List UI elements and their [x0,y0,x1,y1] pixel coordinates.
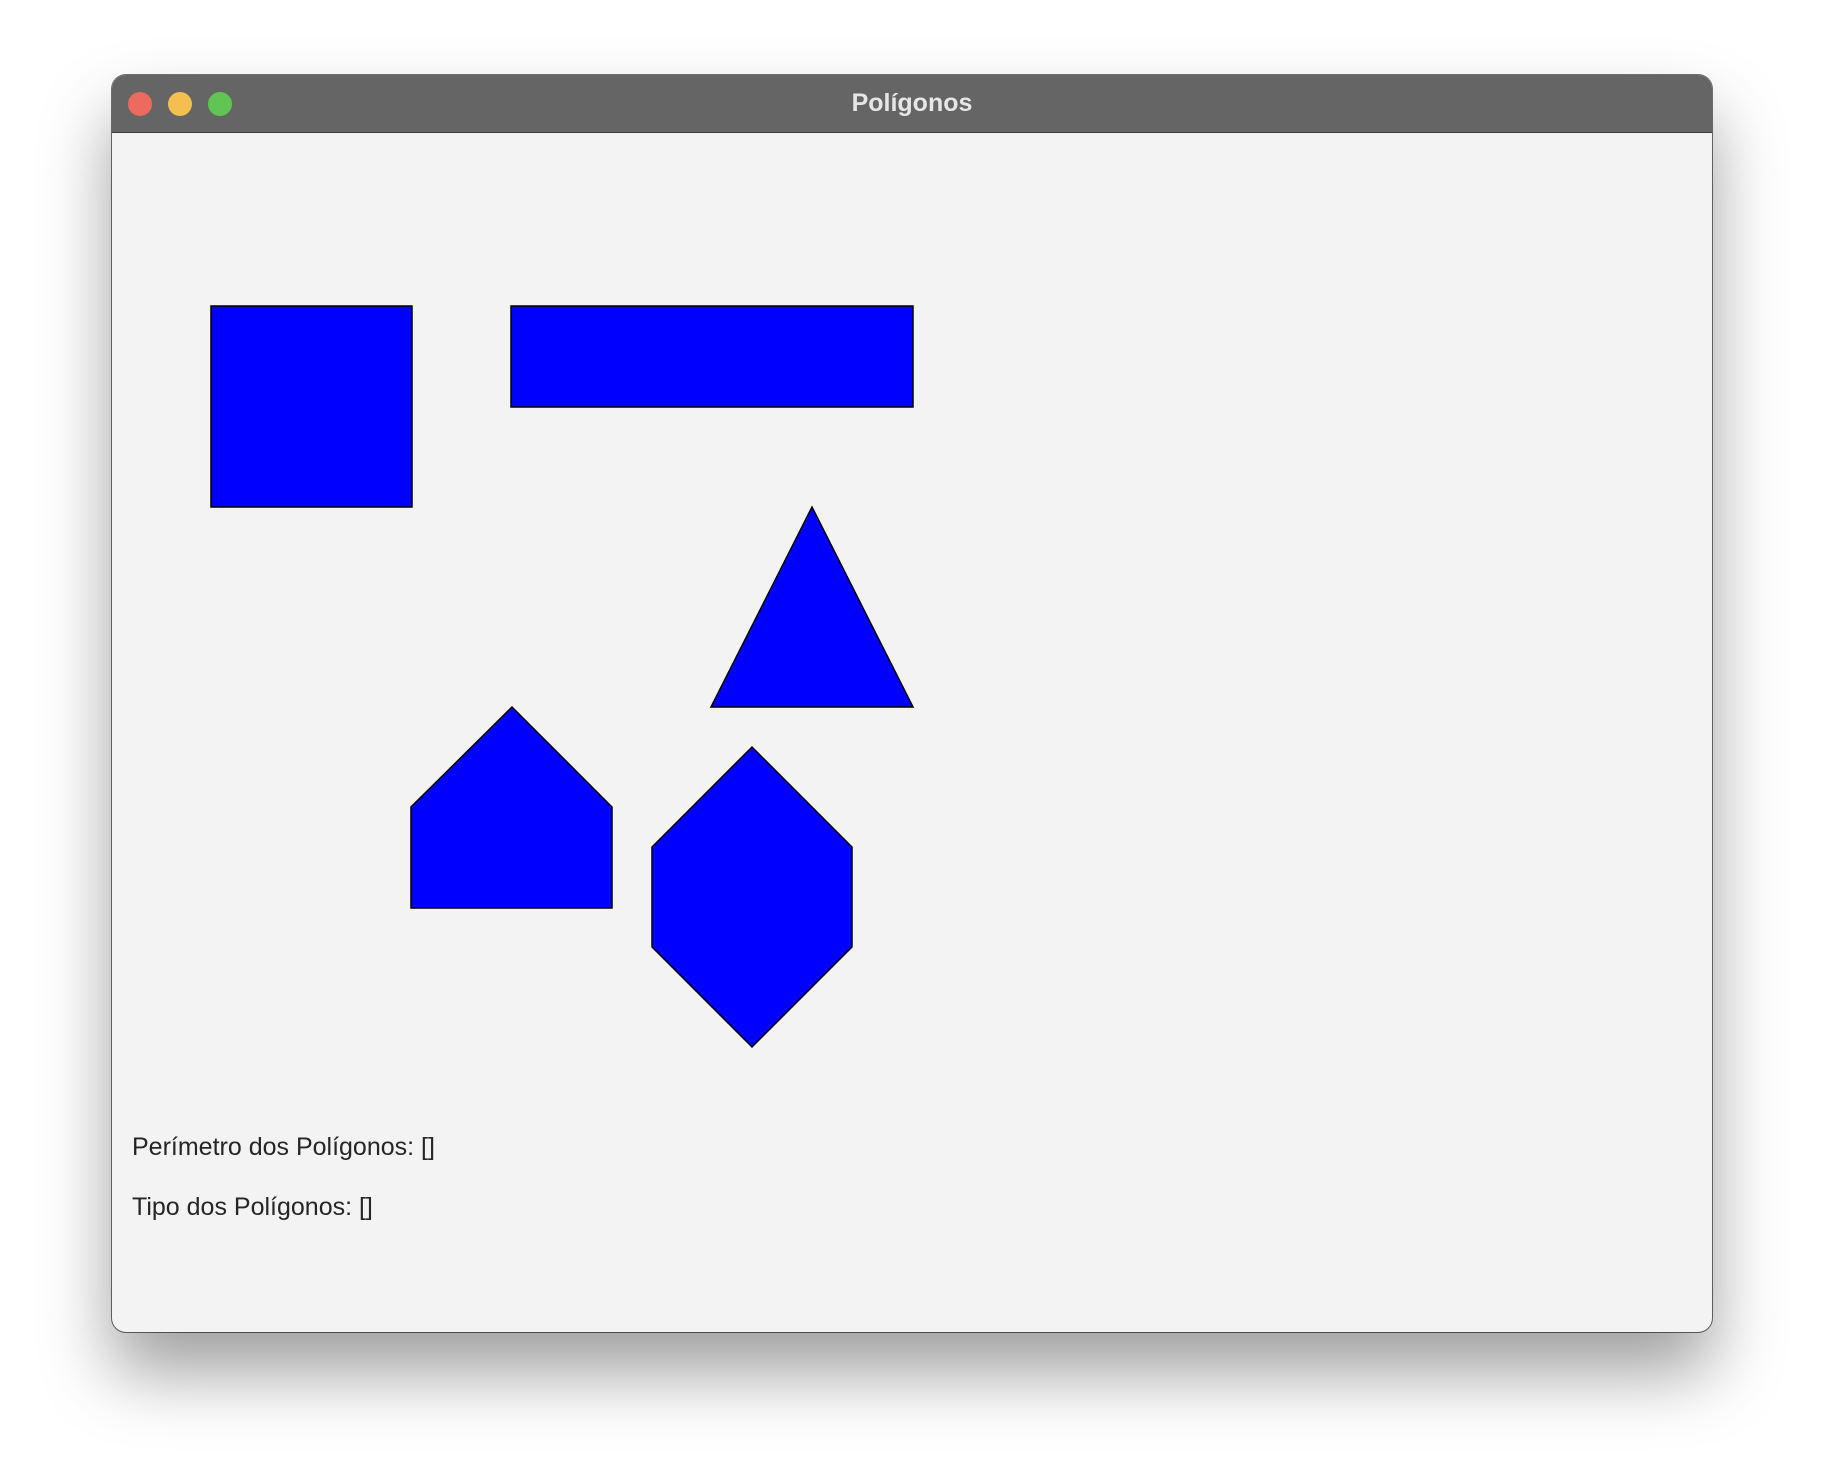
pentagon-polygon [410,705,613,909]
hexagon-polygon [651,745,853,1049]
drawing-canvas: Perímetro dos Polígonos: [] Tipo dos Pol… [112,133,1712,1332]
title-bar[interactable]: Polígonos [112,75,1712,133]
app-window: Polígonos Perímetro dos Polígonos: [] Ti… [112,75,1712,1332]
perimeter-label: Perímetro dos Polígonos: [] [132,1133,435,1161]
rectangle-polygon [510,305,914,408]
window-title: Polígonos [851,89,973,117]
square-polygon [210,305,413,508]
triangle-polygon [709,505,915,708]
type-label: Tipo dos Polígonos: [] [132,1193,373,1221]
